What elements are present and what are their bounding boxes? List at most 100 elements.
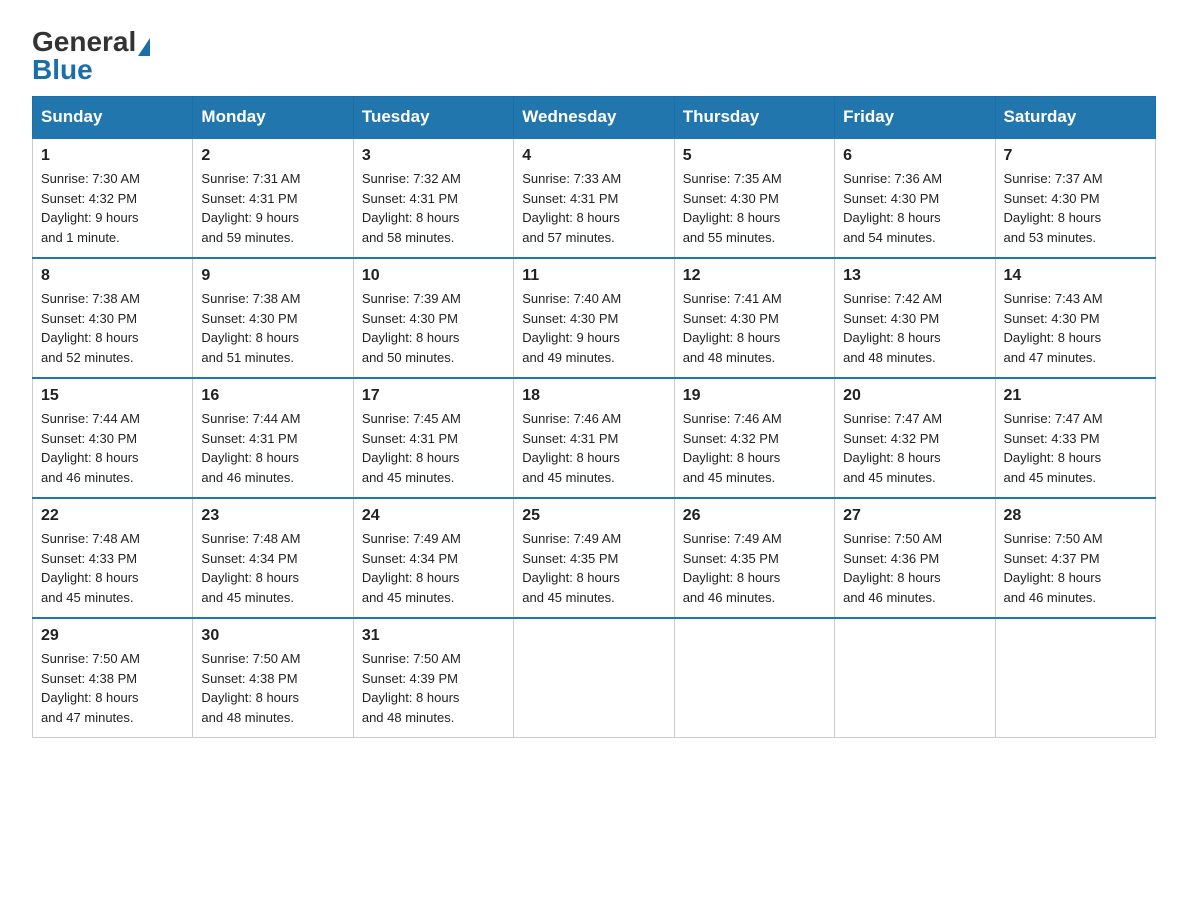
calendar-cell: 18 Sunrise: 7:46 AMSunset: 4:31 PMDaylig… <box>514 378 674 498</box>
calendar-cell <box>835 618 995 738</box>
day-number: 23 <box>201 507 344 525</box>
calendar-cell: 6 Sunrise: 7:36 AMSunset: 4:30 PMDayligh… <box>835 138 995 258</box>
calendar-cell: 12 Sunrise: 7:41 AMSunset: 4:30 PMDaylig… <box>674 258 834 378</box>
day-info: Sunrise: 7:38 AMSunset: 4:30 PMDaylight:… <box>201 291 300 365</box>
day-info: Sunrise: 7:33 AMSunset: 4:31 PMDaylight:… <box>522 171 621 245</box>
day-number: 4 <box>522 147 665 165</box>
calendar-cell: 26 Sunrise: 7:49 AMSunset: 4:35 PMDaylig… <box>674 498 834 618</box>
calendar-cell: 1 Sunrise: 7:30 AMSunset: 4:32 PMDayligh… <box>33 138 193 258</box>
calendar-cell: 11 Sunrise: 7:40 AMSunset: 4:30 PMDaylig… <box>514 258 674 378</box>
day-info: Sunrise: 7:50 AMSunset: 4:39 PMDaylight:… <box>362 651 461 725</box>
calendar-table: SundayMondayTuesdayWednesdayThursdayFrid… <box>32 96 1156 738</box>
day-info: Sunrise: 7:50 AMSunset: 4:38 PMDaylight:… <box>201 651 300 725</box>
page-header: General Blue <box>32 24 1156 84</box>
day-number: 30 <box>201 627 344 645</box>
day-number: 3 <box>362 147 505 165</box>
day-info: Sunrise: 7:46 AMSunset: 4:32 PMDaylight:… <box>683 411 782 485</box>
column-header-wednesday: Wednesday <box>514 97 674 139</box>
day-number: 10 <box>362 267 505 285</box>
week-row-4: 22 Sunrise: 7:48 AMSunset: 4:33 PMDaylig… <box>33 498 1156 618</box>
day-number: 5 <box>683 147 826 165</box>
day-info: Sunrise: 7:40 AMSunset: 4:30 PMDaylight:… <box>522 291 621 365</box>
calendar-cell: 21 Sunrise: 7:47 AMSunset: 4:33 PMDaylig… <box>995 378 1155 498</box>
day-info: Sunrise: 7:50 AMSunset: 4:36 PMDaylight:… <box>843 531 942 605</box>
column-header-thursday: Thursday <box>674 97 834 139</box>
day-number: 28 <box>1004 507 1147 525</box>
day-number: 22 <box>41 507 184 525</box>
day-number: 18 <box>522 387 665 405</box>
day-info: Sunrise: 7:47 AMSunset: 4:32 PMDaylight:… <box>843 411 942 485</box>
calendar-cell <box>995 618 1155 738</box>
calendar-cell: 24 Sunrise: 7:49 AMSunset: 4:34 PMDaylig… <box>353 498 513 618</box>
day-number: 19 <box>683 387 826 405</box>
calendar-cell: 15 Sunrise: 7:44 AMSunset: 4:30 PMDaylig… <box>33 378 193 498</box>
day-info: Sunrise: 7:49 AMSunset: 4:34 PMDaylight:… <box>362 531 461 605</box>
calendar-cell <box>514 618 674 738</box>
day-info: Sunrise: 7:44 AMSunset: 4:31 PMDaylight:… <box>201 411 300 485</box>
column-header-sunday: Sunday <box>33 97 193 139</box>
calendar-cell: 4 Sunrise: 7:33 AMSunset: 4:31 PMDayligh… <box>514 138 674 258</box>
calendar-cell: 9 Sunrise: 7:38 AMSunset: 4:30 PMDayligh… <box>193 258 353 378</box>
day-number: 17 <box>362 387 505 405</box>
day-info: Sunrise: 7:50 AMSunset: 4:38 PMDaylight:… <box>41 651 140 725</box>
day-number: 7 <box>1004 147 1147 165</box>
calendar-cell: 28 Sunrise: 7:50 AMSunset: 4:37 PMDaylig… <box>995 498 1155 618</box>
day-info: Sunrise: 7:48 AMSunset: 4:33 PMDaylight:… <box>41 531 140 605</box>
day-number: 24 <box>362 507 505 525</box>
calendar-cell: 5 Sunrise: 7:35 AMSunset: 4:30 PMDayligh… <box>674 138 834 258</box>
day-info: Sunrise: 7:50 AMSunset: 4:37 PMDaylight:… <box>1004 531 1103 605</box>
day-number: 14 <box>1004 267 1147 285</box>
day-info: Sunrise: 7:44 AMSunset: 4:30 PMDaylight:… <box>41 411 140 485</box>
logo-blue-text: Blue <box>32 56 93 84</box>
calendar-cell: 20 Sunrise: 7:47 AMSunset: 4:32 PMDaylig… <box>835 378 995 498</box>
week-row-2: 8 Sunrise: 7:38 AMSunset: 4:30 PMDayligh… <box>33 258 1156 378</box>
week-row-3: 15 Sunrise: 7:44 AMSunset: 4:30 PMDaylig… <box>33 378 1156 498</box>
day-number: 27 <box>843 507 986 525</box>
column-header-monday: Monday <box>193 97 353 139</box>
logo-general-text: General <box>32 28 150 56</box>
calendar-cell: 8 Sunrise: 7:38 AMSunset: 4:30 PMDayligh… <box>33 258 193 378</box>
day-number: 29 <box>41 627 184 645</box>
day-info: Sunrise: 7:31 AMSunset: 4:31 PMDaylight:… <box>201 171 300 245</box>
week-row-1: 1 Sunrise: 7:30 AMSunset: 4:32 PMDayligh… <box>33 138 1156 258</box>
day-info: Sunrise: 7:41 AMSunset: 4:30 PMDaylight:… <box>683 291 782 365</box>
calendar-cell: 14 Sunrise: 7:43 AMSunset: 4:30 PMDaylig… <box>995 258 1155 378</box>
day-info: Sunrise: 7:35 AMSunset: 4:30 PMDaylight:… <box>683 171 782 245</box>
calendar-header-row: SundayMondayTuesdayWednesdayThursdayFrid… <box>33 97 1156 139</box>
day-number: 26 <box>683 507 826 525</box>
calendar-cell: 25 Sunrise: 7:49 AMSunset: 4:35 PMDaylig… <box>514 498 674 618</box>
day-info: Sunrise: 7:36 AMSunset: 4:30 PMDaylight:… <box>843 171 942 245</box>
day-number: 6 <box>843 147 986 165</box>
day-number: 2 <box>201 147 344 165</box>
calendar-cell: 27 Sunrise: 7:50 AMSunset: 4:36 PMDaylig… <box>835 498 995 618</box>
logo: General Blue <box>32 28 150 84</box>
day-number: 12 <box>683 267 826 285</box>
calendar-cell: 13 Sunrise: 7:42 AMSunset: 4:30 PMDaylig… <box>835 258 995 378</box>
day-info: Sunrise: 7:39 AMSunset: 4:30 PMDaylight:… <box>362 291 461 365</box>
day-info: Sunrise: 7:42 AMSunset: 4:30 PMDaylight:… <box>843 291 942 365</box>
day-info: Sunrise: 7:32 AMSunset: 4:31 PMDaylight:… <box>362 171 461 245</box>
calendar-cell <box>674 618 834 738</box>
day-info: Sunrise: 7:48 AMSunset: 4:34 PMDaylight:… <box>201 531 300 605</box>
column-header-tuesday: Tuesday <box>353 97 513 139</box>
day-number: 21 <box>1004 387 1147 405</box>
day-info: Sunrise: 7:46 AMSunset: 4:31 PMDaylight:… <box>522 411 621 485</box>
day-info: Sunrise: 7:45 AMSunset: 4:31 PMDaylight:… <box>362 411 461 485</box>
calendar-cell: 16 Sunrise: 7:44 AMSunset: 4:31 PMDaylig… <box>193 378 353 498</box>
calendar-cell: 23 Sunrise: 7:48 AMSunset: 4:34 PMDaylig… <box>193 498 353 618</box>
day-number: 20 <box>843 387 986 405</box>
column-header-saturday: Saturday <box>995 97 1155 139</box>
day-number: 8 <box>41 267 184 285</box>
calendar-cell: 29 Sunrise: 7:50 AMSunset: 4:38 PMDaylig… <box>33 618 193 738</box>
day-info: Sunrise: 7:47 AMSunset: 4:33 PMDaylight:… <box>1004 411 1103 485</box>
calendar-cell: 2 Sunrise: 7:31 AMSunset: 4:31 PMDayligh… <box>193 138 353 258</box>
calendar-cell: 22 Sunrise: 7:48 AMSunset: 4:33 PMDaylig… <box>33 498 193 618</box>
day-number: 11 <box>522 267 665 285</box>
day-info: Sunrise: 7:38 AMSunset: 4:30 PMDaylight:… <box>41 291 140 365</box>
calendar-cell: 7 Sunrise: 7:37 AMSunset: 4:30 PMDayligh… <box>995 138 1155 258</box>
calendar-cell: 19 Sunrise: 7:46 AMSunset: 4:32 PMDaylig… <box>674 378 834 498</box>
day-info: Sunrise: 7:49 AMSunset: 4:35 PMDaylight:… <box>683 531 782 605</box>
calendar-cell: 31 Sunrise: 7:50 AMSunset: 4:39 PMDaylig… <box>353 618 513 738</box>
day-number: 16 <box>201 387 344 405</box>
day-number: 31 <box>362 627 505 645</box>
